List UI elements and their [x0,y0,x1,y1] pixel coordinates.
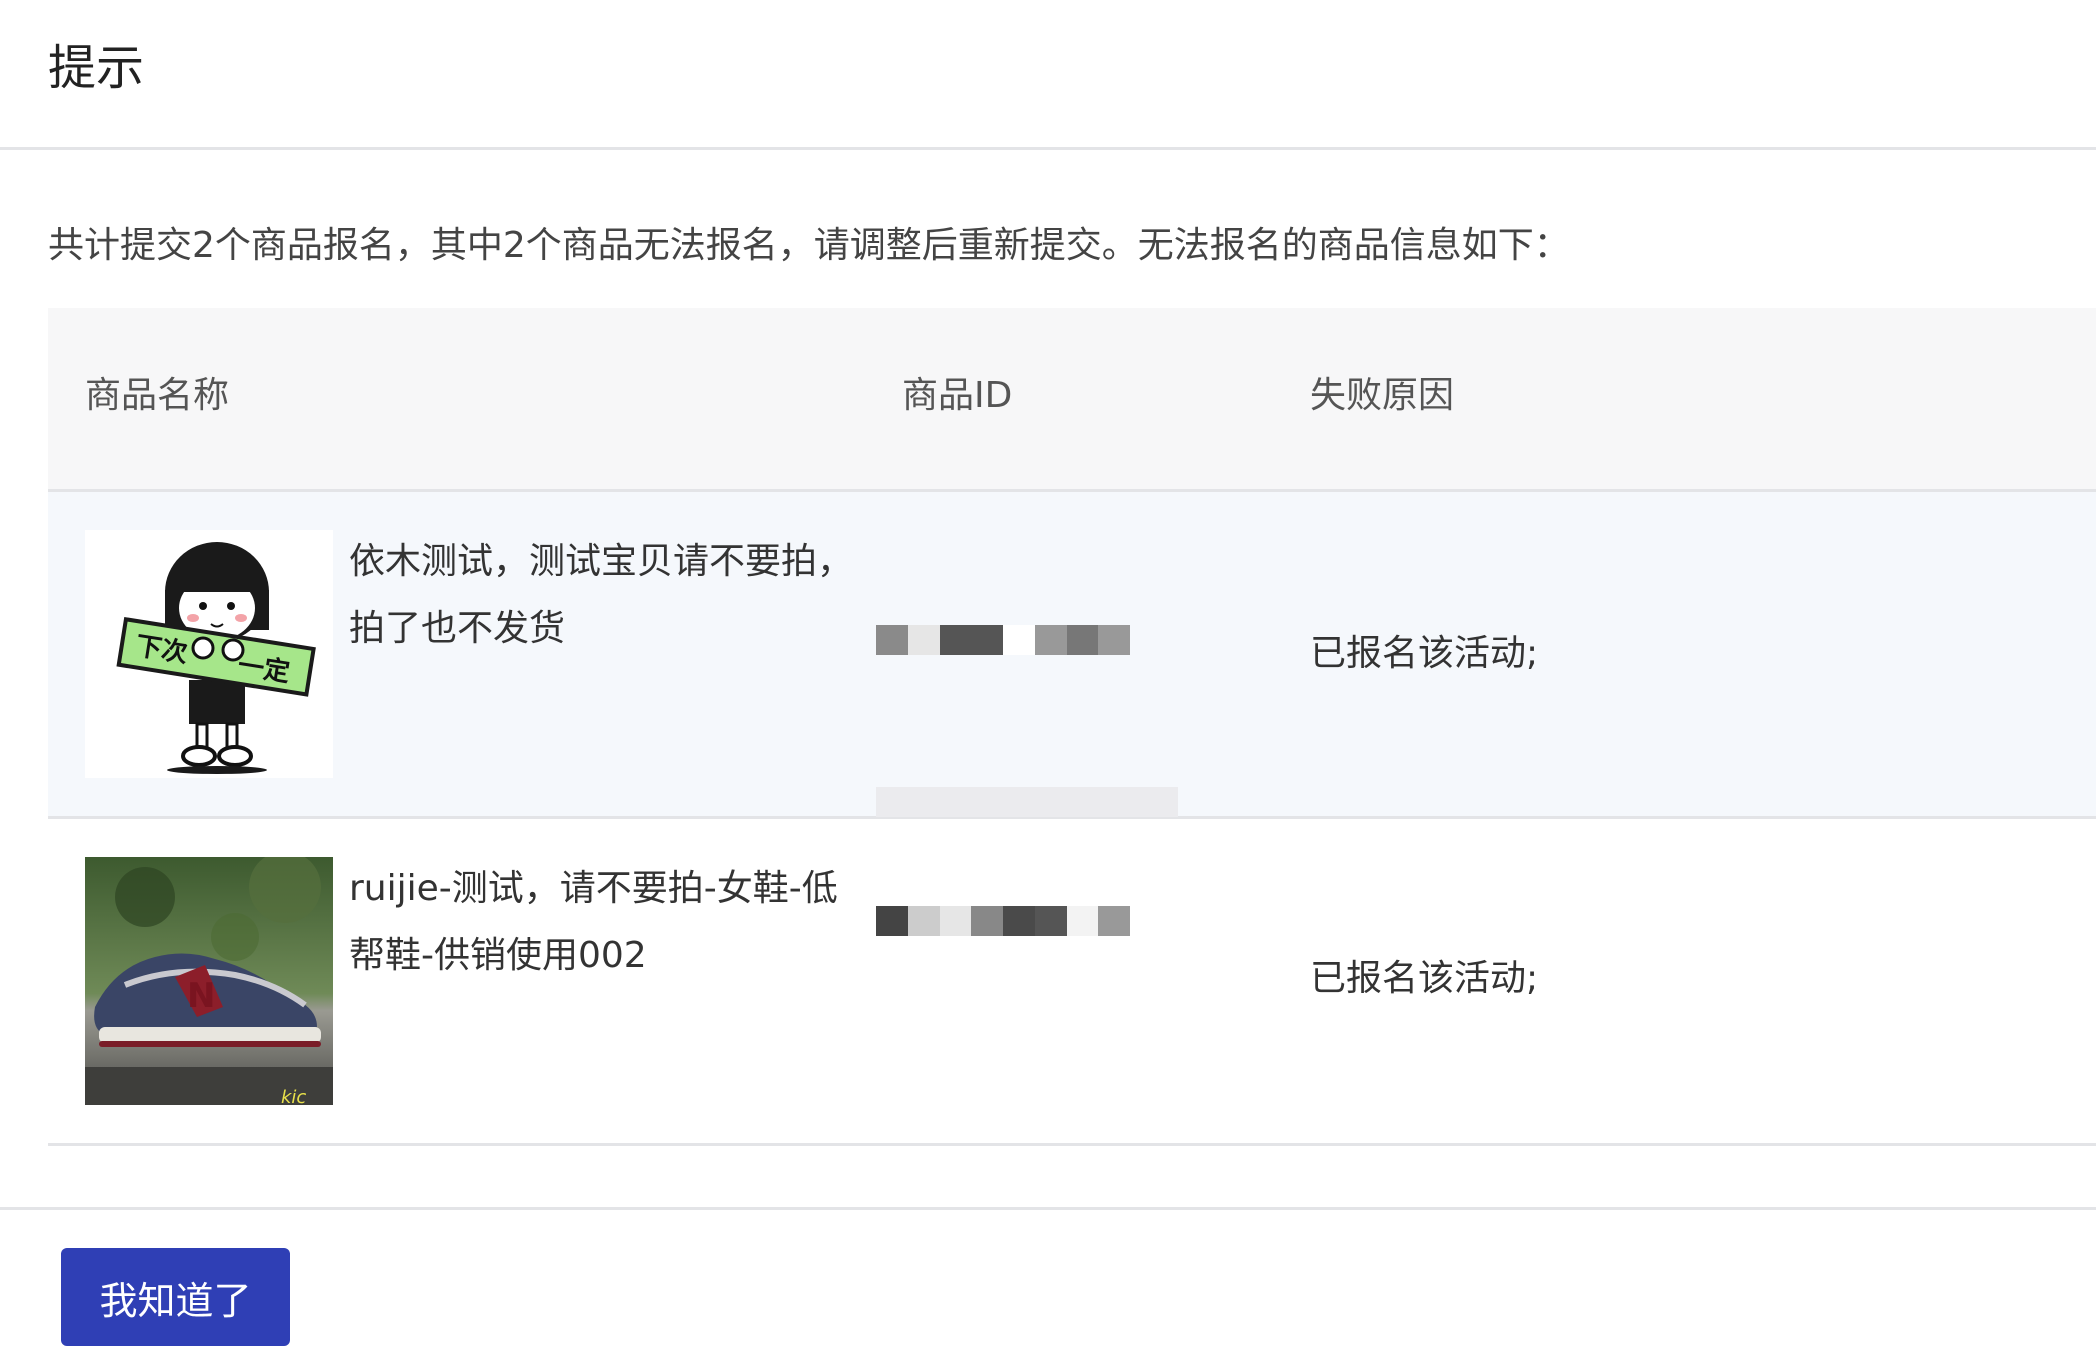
dialog-title: 提示 [48,40,145,96]
prompt-dialog: 提示 共计提交2个商品报名，其中2个商品无法报名，请调整后重新提交。无法报名的商… [0,0,2096,1362]
column-header-product-id: 商品ID [902,375,1013,416]
product-id-redacted [876,906,1130,936]
svg-text:kic: kic [281,1087,306,1105]
confirm-button[interactable]: 我知道了 [61,1248,290,1346]
table-row: N kic ruijie-测试，请不要拍-女鞋-低帮鞋-供销使用002 已报名该… [48,819,2096,1146]
failure-reason: 已报名该活动; [1310,633,1539,674]
product-name: 依木测试，测试宝贝请不要拍，拍了也不发货 [349,541,854,649]
product-name: ruijie-测试，请不要拍-女鞋-低帮鞋-供销使用002 [349,868,838,976]
column-header-failure-reason: 失败原因 [1310,375,1455,416]
column-header-product-name: 商品名称 [85,375,230,416]
failure-reason: 已报名该活动; [1310,958,1539,999]
product-id-redacted [876,625,1130,655]
sneaker-photo-image: N kic [85,857,333,1105]
failed-products-table: 商品名称 商品ID 失败原因 下次 一定 依木测试，测试宝贝请不要拍，拍了也不发… [48,308,2096,1146]
table-header: 商品名称 商品ID 失败原因 [48,308,2096,492]
dialog-footer [0,1207,2096,1210]
dialog-header: 提示 [0,0,2096,150]
table-row: 下次 一定 依木测试，测试宝贝请不要拍，拍了也不发货 已报名该活动; [48,492,2096,819]
summary-text: 共计提交2个商品报名，其中2个商品无法报名，请调整后重新提交。无法报名的商品信息… [48,225,1570,266]
horizontal-scrollbar[interactable] [876,787,1178,817]
svg-text:N: N [187,976,215,1016]
cartoon-girl-sign-image: 下次 一定 [85,530,333,778]
